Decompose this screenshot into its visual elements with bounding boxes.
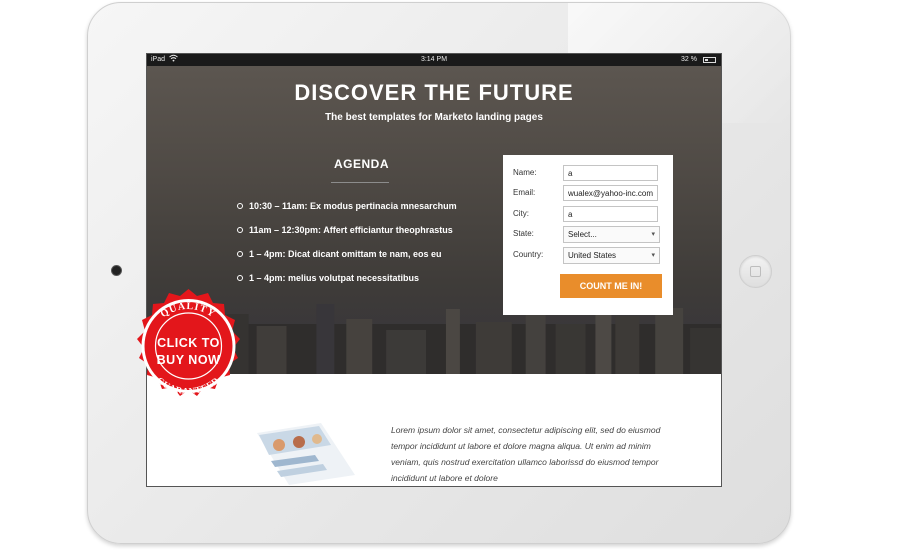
name-field[interactable]: a — [563, 165, 658, 181]
agenda-list: 10:30 – 11am: Ex modus pertinacia mnesar… — [237, 200, 457, 296]
camera-icon — [111, 265, 122, 276]
ebook-cover-image — [257, 423, 355, 485]
device-screen: iPad 3:14 PM 32 % DISCOVER THE FUTURE Th — [146, 53, 722, 487]
country-row: Country: United States ▾ — [513, 247, 663, 265]
badge-line1: CLICK TO — [157, 336, 220, 350]
agenda-item: 11am – 12:30pm: Affert efficiantur theop… — [237, 224, 457, 248]
badge-line2: BUY NOW — [156, 353, 221, 367]
status-bar: iPad 3:14 PM 32 % — [147, 54, 721, 66]
state-row: State: Select... ▾ — [513, 226, 663, 244]
home-button[interactable] — [739, 255, 772, 288]
agenda-item: 10:30 – 11am: Ex modus pertinacia mnesar… — [237, 200, 457, 224]
state-select-value: Select... — [568, 230, 597, 239]
name-label: Name: — [513, 168, 537, 177]
chevron-down-icon: ▾ — [651, 231, 655, 238]
chevron-down-icon: ▾ — [651, 252, 655, 259]
state-label: State: — [513, 229, 534, 238]
battery-icon — [703, 57, 716, 63]
country-select-value: United States — [568, 251, 617, 260]
city-row: City: a — [513, 206, 663, 224]
agenda-item: 1 – 4pm: melius volutpat necessitatibus — [237, 272, 457, 296]
agenda-heading: AGENDA — [334, 157, 390, 171]
city-field[interactable]: a — [563, 206, 658, 222]
page-subtitle: The best templates for Marketo landing p… — [325, 112, 543, 123]
agenda-item: 1 – 4pm: Dicat dicant omittam te nam, eo… — [237, 248, 457, 272]
status-time: 3:14 PM — [420, 56, 448, 63]
buy-now-badge[interactable]: QUALITY GUARANTEED CLICK TO BUY NOW — [117, 286, 260, 412]
city-label: City: — [513, 209, 529, 218]
name-row: Name: a — [513, 165, 663, 183]
page-title: DISCOVER THE FUTURE — [294, 80, 574, 105]
email-field[interactable]: wualex@yahoo-inc.com — [563, 185, 658, 201]
submit-button[interactable]: COUNT ME IN! — [560, 274, 662, 298]
country-select[interactable]: United States ▾ — [563, 247, 660, 264]
country-label: Country: — [513, 250, 544, 259]
signup-form: Name: a Email: wualex@yahoo-inc.com City… — [503, 155, 673, 315]
email-row: Email: wualex@yahoo-inc.com — [513, 185, 663, 203]
agenda-divider — [331, 182, 389, 183]
body-paragraph: Lorem ipsum dolor sit amet, consectetur … — [391, 425, 661, 483]
email-label: Email: — [513, 188, 536, 197]
state-select[interactable]: Select... ▾ — [563, 226, 660, 243]
battery-percent: 32 % — [681, 56, 697, 63]
